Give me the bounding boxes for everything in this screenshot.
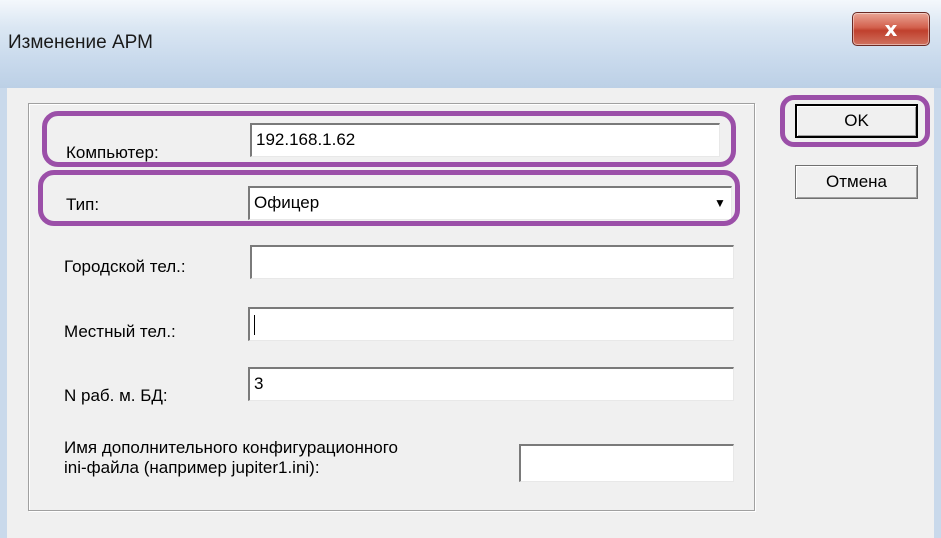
ini-file-label-line1: Имя дополнительного конфигурационного [64,438,398,457]
chevron-down-icon[interactable]: ▼ [710,189,730,217]
ini-file-label-line2: ini-файла (например jupiter1.ini): [64,458,320,477]
type-label: Тип: [66,195,100,214]
type-dropdown[interactable]: Офицер ▼ [248,186,732,220]
text-caret [254,314,255,335]
local-phone-input[interactable] [248,307,734,341]
city-phone-input[interactable] [250,245,734,279]
db-workstation-label: N раб. м. БД: [64,386,168,405]
ini-file-input[interactable] [519,444,734,482]
computer-input[interactable]: 192.168.1.62 [250,123,720,157]
computer-label: Компьютер: [66,143,159,162]
ok-button[interactable]: OK [795,104,918,138]
db-workstation-input[interactable]: 3 [248,367,734,401]
local-phone-label: Местный тел.: [64,322,176,341]
close-button[interactable]: x [852,12,930,46]
type-selected-value: Офицер [254,193,320,212]
window-title: Изменение АРМ [8,32,153,53]
window-frame-left [0,88,7,538]
window-frame-right [934,88,941,538]
cancel-button[interactable]: Отмена [795,165,918,199]
window-title-bar: Изменение АРМ x [0,0,941,89]
close-icon: x [884,17,898,41]
city-phone-label: Городской тел.: [64,257,186,276]
